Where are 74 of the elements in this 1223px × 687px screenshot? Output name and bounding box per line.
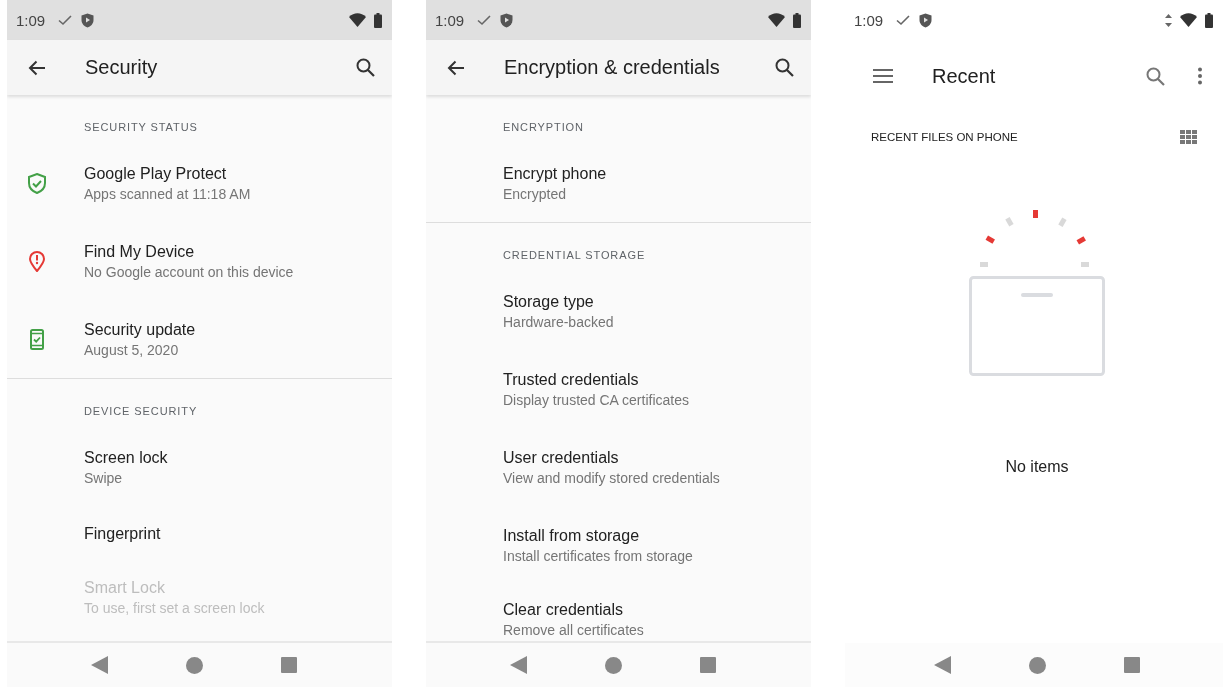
check-icon xyxy=(57,13,74,27)
search-icon[interactable] xyxy=(356,58,375,77)
item-subtitle: To use, first set a screen lock xyxy=(84,599,265,616)
section-header: DEVICE SECURITY xyxy=(84,404,198,417)
alert-pin-icon xyxy=(29,250,45,272)
section-header: ENCRYPTION xyxy=(503,120,584,133)
more-options-icon[interactable] xyxy=(1197,67,1203,85)
item-title: Smart Lock xyxy=(84,578,166,597)
item-title: Storage type xyxy=(503,292,595,311)
item-subtitle: Swipe xyxy=(84,469,124,486)
item-title: User credentials xyxy=(503,448,620,467)
item-subtitle: Apps scanned at 11:18 AM xyxy=(84,185,251,202)
item-title: Install from storage xyxy=(503,526,641,545)
status-time: 1:09 xyxy=(435,11,465,29)
item-subtitle: August 5, 2020 xyxy=(84,341,180,358)
item-subtitle: Hardware-backed xyxy=(503,313,614,330)
back-triangle-icon[interactable] xyxy=(509,656,527,674)
item-title: Fingerprint xyxy=(84,525,161,543)
screen-title: Encryption & credentials xyxy=(504,56,720,79)
settings-item[interactable]: Security update August 5, 2020 xyxy=(7,300,392,378)
empty-message: No items xyxy=(1005,458,1069,476)
status-time: 1:09 xyxy=(854,11,884,29)
item-title: Encrypt phone xyxy=(503,164,607,183)
check-icon xyxy=(895,13,912,27)
section-header: CREDENTIAL STORAGE xyxy=(503,248,646,261)
wifi-icon xyxy=(349,13,366,27)
item-subtitle: Install certificates from storage xyxy=(503,547,693,564)
settings-item[interactable]: Clear credentials Remove all certificates xyxy=(426,584,811,662)
phone-check-icon xyxy=(30,328,44,350)
home-circle-icon[interactable] xyxy=(185,656,203,674)
item-subtitle: No Google account on this device xyxy=(84,263,294,280)
shield-icon xyxy=(81,12,95,28)
battery-icon xyxy=(1205,12,1213,28)
item-title: Clear credentials xyxy=(503,600,625,619)
item-subtitle: Remove all certificates xyxy=(503,621,644,638)
settings-item[interactable]: Fingerprint xyxy=(7,506,392,562)
settings-item[interactable]: Screen lock Swipe xyxy=(7,428,392,506)
shield-icon xyxy=(919,12,933,28)
recents-square-icon[interactable] xyxy=(699,657,716,673)
settings-item[interactable]: Storage type Hardware-backed xyxy=(426,272,811,350)
wifi-icon xyxy=(1180,13,1197,27)
battery-icon xyxy=(374,12,382,28)
item-title: Security update xyxy=(84,320,196,339)
back-triangle-icon[interactable] xyxy=(90,656,108,674)
item-subtitle: Encrypted xyxy=(503,185,568,202)
settings-item[interactable]: Google Play Protect Apps scanned at 11:18 AM xyxy=(7,144,392,222)
home-circle-icon[interactable] xyxy=(604,656,622,674)
status-time: 1:09 xyxy=(16,11,46,29)
settings-item[interactable]: User credentials View and modify stored credentials xyxy=(426,428,811,506)
menu-icon[interactable] xyxy=(873,69,893,83)
back-triangle-icon[interactable] xyxy=(934,656,951,674)
wifi-icon xyxy=(768,13,785,27)
item-subtitle: Display trusted CA certificates xyxy=(503,391,689,408)
grid-view-icon[interactable] xyxy=(1180,130,1197,144)
settings-item[interactable]: Trusted credentials Display trusted CA certificates xyxy=(426,350,811,428)
item-title: Google Play Protect xyxy=(84,164,228,183)
battery-icon xyxy=(793,12,801,28)
item-title: Find My Device xyxy=(84,242,196,261)
search-icon[interactable] xyxy=(775,58,794,77)
settings-item[interactable]: Encrypt phone Encrypted xyxy=(426,144,811,222)
item-subtitle: View and modify stored credentials xyxy=(503,469,720,486)
screen-title: Security xyxy=(85,56,158,79)
settings-item[interactable]: Find My Device No Google account on this device xyxy=(7,222,392,300)
section-header: RECENT FILES ON PHONE xyxy=(871,131,1018,143)
screen-title: Recent xyxy=(932,64,996,88)
section-header: SECURITY STATUS xyxy=(84,120,198,133)
item-title: Trusted credentials xyxy=(503,370,640,389)
item-title: Screen lock xyxy=(84,448,168,467)
check-icon xyxy=(476,13,493,27)
shield-icon xyxy=(500,12,514,28)
home-circle-icon[interactable] xyxy=(1029,656,1046,674)
recents-square-icon[interactable] xyxy=(280,657,297,673)
settings-item[interactable]: Install from storage Install certificates from storage xyxy=(426,506,811,584)
shield-check-icon xyxy=(28,172,46,194)
